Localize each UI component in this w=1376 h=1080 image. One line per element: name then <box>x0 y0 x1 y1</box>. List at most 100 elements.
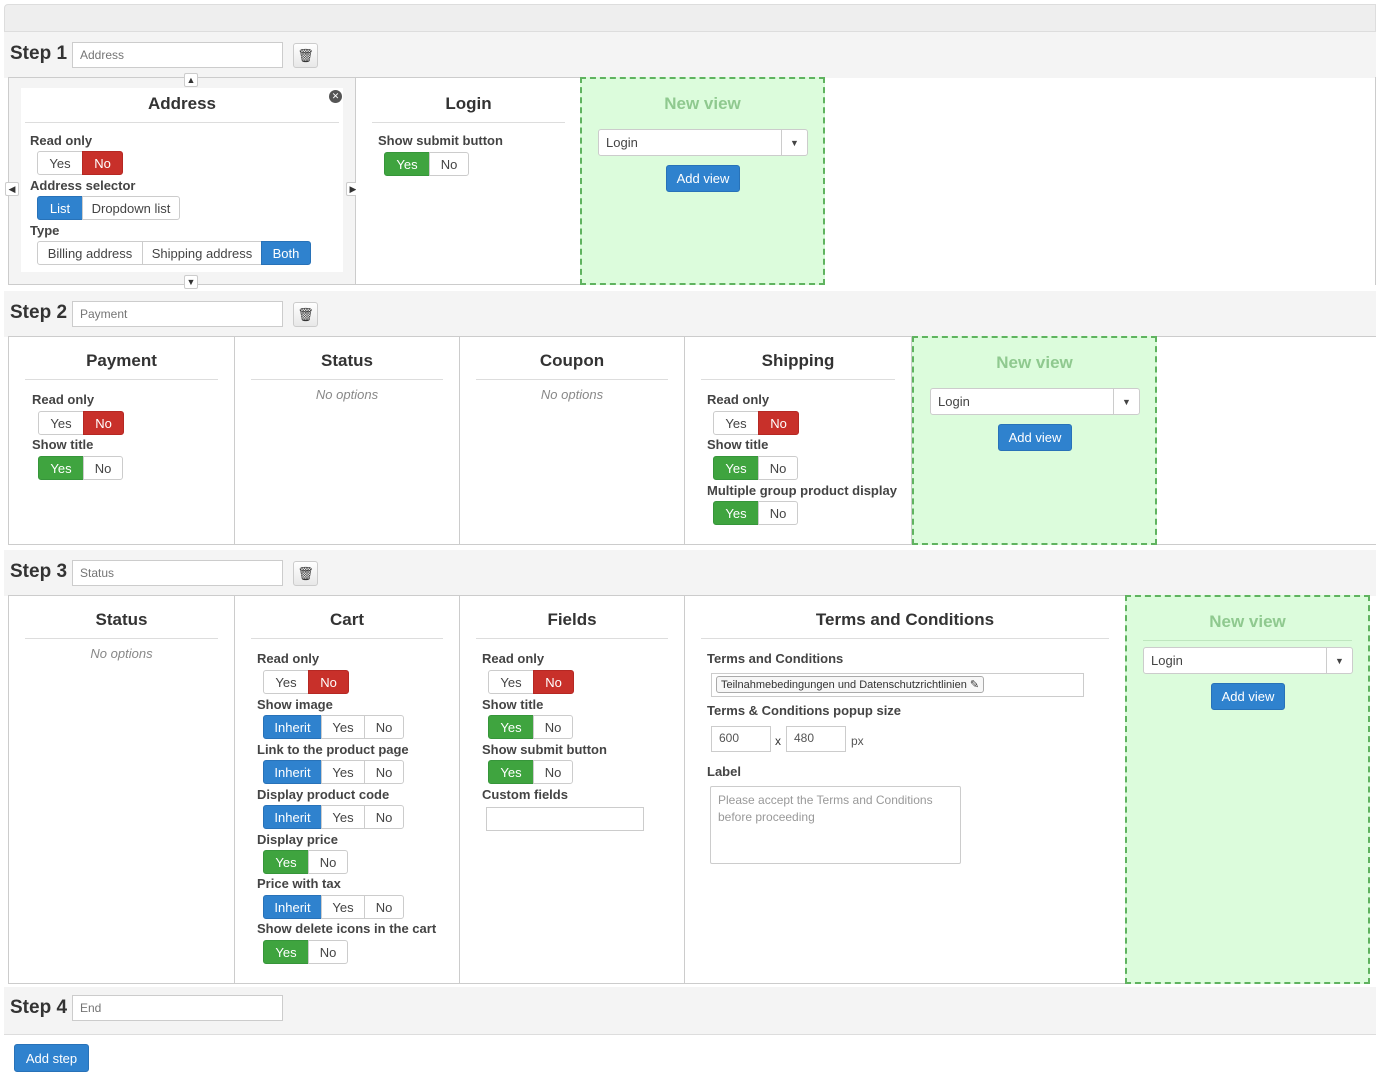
yes-button[interactable]: Yes <box>713 411 759 435</box>
step-4-name-input[interactable] <box>72 995 283 1021</box>
custom-fields-input[interactable] <box>486 807 644 831</box>
view-terms[interactable]: Terms and Conditions Terms and Condition… <box>685 596 1126 983</box>
no-button[interactable]: No <box>308 850 348 874</box>
yes-button[interactable]: Yes <box>38 456 84 480</box>
caret-down-icon: ▼ <box>781 130 807 155</box>
view-coupon[interactable]: Coupon No options <box>460 337 685 544</box>
yes-button[interactable]: Yes <box>488 670 534 694</box>
list-button[interactable]: List <box>37 196 83 220</box>
no-button[interactable]: No <box>533 670 574 694</box>
no-button[interactable]: No <box>364 715 404 739</box>
no-button[interactable]: No <box>364 895 404 919</box>
view-select[interactable]: Login ▼ <box>598 129 808 156</box>
add-view-button[interactable]: Add view <box>666 165 740 192</box>
trash-icon[interactable]: 🗑 <box>293 561 318 586</box>
new-view-title: New view <box>1143 612 1352 641</box>
step-3-name-input[interactable] <box>72 560 283 586</box>
yes-button[interactable]: Yes <box>263 850 309 874</box>
display-price-toggle: Yes No <box>263 850 348 874</box>
yes-button[interactable]: Yes <box>321 760 365 784</box>
view-login[interactable]: Login Show submit button Yes No <box>356 77 582 285</box>
chevron-down-icon[interactable]: ▼ <box>184 275 198 289</box>
yes-button[interactable]: Yes <box>713 456 759 480</box>
view-cart[interactable]: Cart Read only Yes No Show image Inherit… <box>235 596 460 983</box>
dropdown-list-button[interactable]: Dropdown list <box>82 196 180 220</box>
view-status[interactable]: Status No options <box>235 337 460 544</box>
add-step-button[interactable]: Add step <box>14 1044 89 1072</box>
inherit-button[interactable]: Inherit <box>263 760 322 784</box>
panel-title: Cart <box>251 610 443 639</box>
chevron-left-icon[interactable]: ◀ <box>5 182 19 196</box>
address-selector-toggle: List Dropdown list <box>37 196 180 220</box>
view-fields[interactable]: Fields Read only Yes No Show title Yes N… <box>460 596 685 983</box>
no-button[interactable]: No <box>533 760 573 784</box>
terms-selector[interactable]: Teilnahmebedingungen und Datenschutzrich… <box>711 673 1084 697</box>
popup-size-label: Terms & Conditions popup size <box>707 703 902 718</box>
no-button[interactable]: No <box>308 940 348 964</box>
no-button[interactable]: No <box>83 411 124 435</box>
show-title-label: Show title <box>482 697 544 712</box>
step-2-header: Step 2 🗑 <box>4 291 1376 337</box>
no-button[interactable]: No <box>758 411 799 435</box>
add-view-button[interactable]: Add view <box>998 424 1072 451</box>
yes-button[interactable]: Yes <box>321 715 365 739</box>
chevron-up-icon[interactable]: ▲ <box>184 73 198 87</box>
read-only-label: Read only <box>482 651 545 666</box>
pencil-icon[interactable]: ✎ <box>970 679 979 691</box>
label-textarea[interactable]: Please accept the Terms and Conditions b… <box>710 786 961 864</box>
billing-address-button[interactable]: Billing address <box>37 241 143 265</box>
no-button[interactable]: No <box>429 152 469 176</box>
no-button[interactable]: No <box>758 501 798 525</box>
popup-width-input[interactable]: 600 <box>711 726 771 752</box>
step-2-name-input[interactable] <box>72 301 283 327</box>
step-4-header: Step 4 <box>4 987 1376 1035</box>
step-1-name-input[interactable] <box>72 42 283 68</box>
read-only-label: Read only <box>707 392 770 407</box>
view-select[interactable]: Login ▼ <box>930 388 1140 415</box>
yes-button[interactable]: Yes <box>263 670 309 694</box>
no-button[interactable]: No <box>308 670 349 694</box>
no-button[interactable]: No <box>83 456 123 480</box>
inherit-button[interactable]: Inherit <box>263 895 322 919</box>
trash-icon[interactable]: 🗑 <box>293 302 318 327</box>
panel-title: Terms and Conditions <box>701 610 1109 639</box>
inherit-button[interactable]: Inherit <box>263 805 322 829</box>
show-submit-label: Show submit button <box>482 742 607 757</box>
shipping-address-button[interactable]: Shipping address <box>142 241 262 265</box>
custom-fields-label: Custom fields <box>482 787 568 802</box>
yes-button[interactable]: Yes <box>488 715 534 739</box>
yes-button[interactable]: Yes <box>384 152 430 176</box>
yes-button[interactable]: Yes <box>321 895 365 919</box>
delete-icons-label: Show delete icons in the cart <box>257 921 437 936</box>
read-only-toggle: Yes No <box>488 670 574 694</box>
new-view-panel: New view Login ▼ Add view <box>580 77 825 285</box>
link-product-toggle: Inherit Yes No <box>263 760 404 784</box>
trash-icon[interactable]: 🗑 <box>293 43 318 68</box>
panel-title: Payment <box>25 351 218 380</box>
view-select[interactable]: Login ▼ <box>1143 647 1353 674</box>
yes-button[interactable]: Yes <box>321 805 365 829</box>
add-view-button[interactable]: Add view <box>1211 683 1285 710</box>
yes-button[interactable]: Yes <box>488 760 534 784</box>
yes-button[interactable]: Yes <box>38 411 84 435</box>
both-button[interactable]: Both <box>261 241 311 265</box>
view-payment[interactable]: Payment Read only Yes No Show title Yes … <box>9 337 235 544</box>
no-button[interactable]: No <box>533 715 573 739</box>
yes-button[interactable]: Yes <box>37 151 83 175</box>
inherit-button[interactable]: Inherit <box>263 715 322 739</box>
view-status[interactable]: Status No options <box>9 596 235 983</box>
no-button[interactable]: No <box>364 805 404 829</box>
view-address[interactable]: ▲ ▼ ◀ ▶ ✕ Address Read only Yes No Addre… <box>5 73 360 289</box>
terms-label: Terms and Conditions <box>707 651 844 666</box>
no-button[interactable]: No <box>82 151 123 175</box>
view-shipping[interactable]: Shipping Read only Yes No Show title Yes… <box>685 337 912 544</box>
panel-title: Address <box>25 94 339 123</box>
yes-button[interactable]: Yes <box>713 501 759 525</box>
no-button[interactable]: No <box>758 456 798 480</box>
popup-height-input[interactable]: 480 <box>786 726 846 752</box>
read-only-label: Read only <box>257 651 320 666</box>
no-button[interactable]: No <box>364 760 404 784</box>
panel-title: Shipping <box>701 351 895 380</box>
show-image-label: Show image <box>257 697 333 712</box>
yes-button[interactable]: Yes <box>263 940 309 964</box>
